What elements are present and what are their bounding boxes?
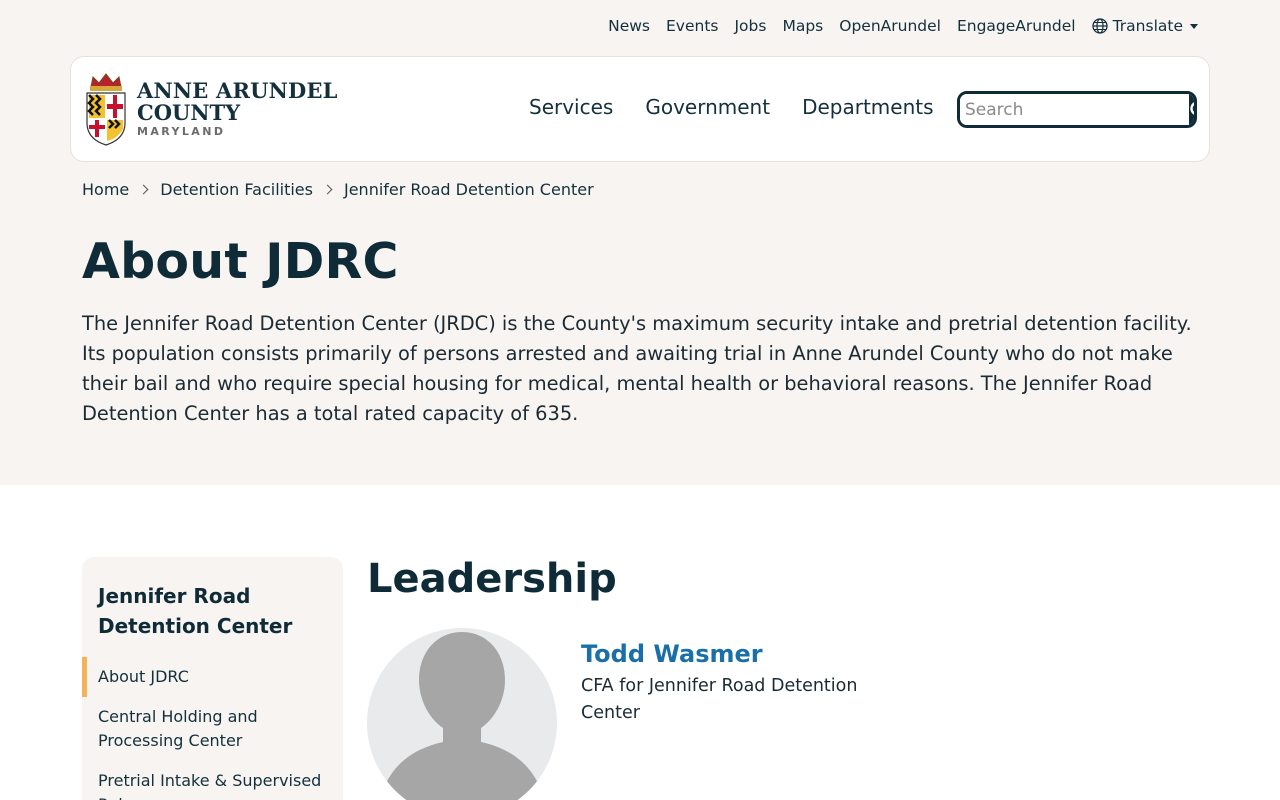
globe-icon bbox=[1091, 18, 1108, 34]
county-logo[interactable]: ANNE ARUNDEL COUNTY MARYLAND bbox=[83, 71, 338, 147]
breadcrumb-current: Jennifer Road Detention Center bbox=[343, 180, 594, 199]
utility-link-maps[interactable]: Maps bbox=[782, 17, 823, 35]
intro-paragraph: The Jennifer Road Detention Center (JRDC… bbox=[82, 312, 1192, 425]
main-nav: Services Government Departments bbox=[529, 95, 934, 119]
logo-line-1: ANNE ARUNDEL bbox=[137, 77, 338, 103]
search-button[interactable] bbox=[1189, 94, 1194, 125]
nav-services[interactable]: Services bbox=[529, 95, 613, 119]
site-header: ANNE ARUNDEL COUNTY MARYLAND Services Go… bbox=[70, 56, 1210, 162]
search-input[interactable] bbox=[960, 94, 1189, 125]
county-seal-icon bbox=[86, 73, 126, 146]
breadcrumb-home[interactable]: Home bbox=[82, 180, 129, 199]
sidebar-nav: Jennifer Road Detention Center About JDR… bbox=[82, 557, 343, 800]
nav-departments[interactable]: Departments bbox=[802, 95, 933, 119]
leader-name[interactable]: Todd Wasmer bbox=[581, 640, 763, 668]
utility-link-jobs[interactable]: Jobs bbox=[734, 17, 766, 35]
sidebar-item-about-jdrc[interactable]: About JDRC bbox=[82, 657, 343, 697]
leadership-heading: Leadership bbox=[367, 556, 617, 602]
search-form bbox=[957, 91, 1197, 128]
nav-government[interactable]: Government bbox=[645, 95, 770, 119]
county-wordmark: ANNE ARUNDEL COUNTY MARYLAND bbox=[137, 77, 338, 139]
logo-line-3: MARYLAND bbox=[137, 124, 226, 138]
sidebar-item-central-holding[interactable]: Central Holding and Processing Center bbox=[82, 705, 302, 753]
caret-down-icon bbox=[1190, 23, 1198, 29]
sidebar-title: Jennifer Road Detention Center bbox=[98, 584, 293, 638]
chevron-right-icon bbox=[322, 184, 333, 195]
chevron-right-icon bbox=[138, 184, 149, 195]
page-title: About JDRC bbox=[82, 233, 399, 290]
breadcrumb: Home Detention Facilities Jennifer Road … bbox=[82, 180, 594, 199]
search-icon bbox=[1190, 101, 1194, 115]
utility-link-engagearundel[interactable]: EngageArundel bbox=[957, 17, 1076, 35]
translate-dropdown[interactable]: Translate bbox=[1091, 17, 1198, 35]
avatar bbox=[367, 628, 557, 800]
utility-nav: News Events Jobs Maps OpenArundel Engage… bbox=[608, 17, 1198, 35]
sidebar-item-pretrial-intake[interactable]: Pretrial Intake & Supervised Release bbox=[82, 769, 322, 800]
utility-link-openarundel[interactable]: OpenArundel bbox=[839, 17, 941, 35]
leader-role: CFA for Jennifer Road Detention Center bbox=[581, 676, 858, 723]
logo-line-2: COUNTY bbox=[137, 99, 241, 125]
utility-link-news[interactable]: News bbox=[608, 17, 650, 35]
translate-label: Translate bbox=[1112, 17, 1183, 35]
breadcrumb-detention-facilities[interactable]: Detention Facilities bbox=[160, 180, 313, 199]
utility-link-events[interactable]: Events bbox=[666, 17, 718, 35]
